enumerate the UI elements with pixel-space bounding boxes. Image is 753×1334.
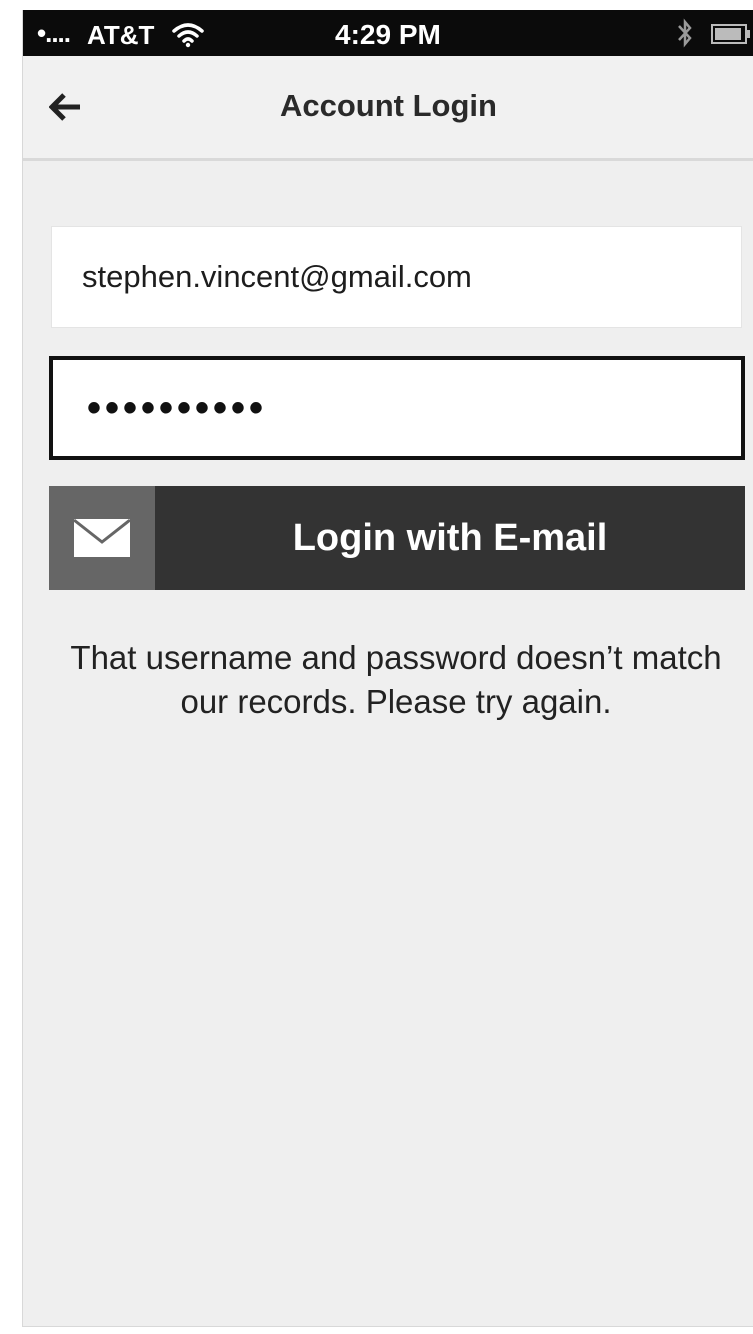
login-button-label: Login with E-mail [292, 517, 608, 559]
status-bar: •.... AT&T 4:29 PM [23, 10, 753, 56]
phone-screen: •.... AT&T 4:29 PM Account Login stephen… [22, 10, 753, 1327]
password-field[interactable]: •••••••••• [49, 356, 745, 460]
page-title: Account Login [280, 88, 497, 123]
email-field[interactable]: stephen.vincent@gmail.com [51, 226, 742, 328]
envelope-icon [73, 518, 131, 557]
clock: 4:29 PM [335, 19, 441, 50]
battery-icon [711, 24, 751, 44]
navigation-bar: Account Login [23, 56, 753, 161]
error-message: That username and password doesn’t match… [70, 639, 722, 720]
wifi-icon [171, 22, 205, 48]
carrier-name: AT&T [87, 20, 155, 50]
signal-strength: •.... [37, 18, 71, 48]
bluetooth-icon [675, 18, 695, 55]
login-with-email-button[interactable]: Login with E-mail [49, 486, 745, 590]
login-button-icon-box [49, 486, 155, 590]
